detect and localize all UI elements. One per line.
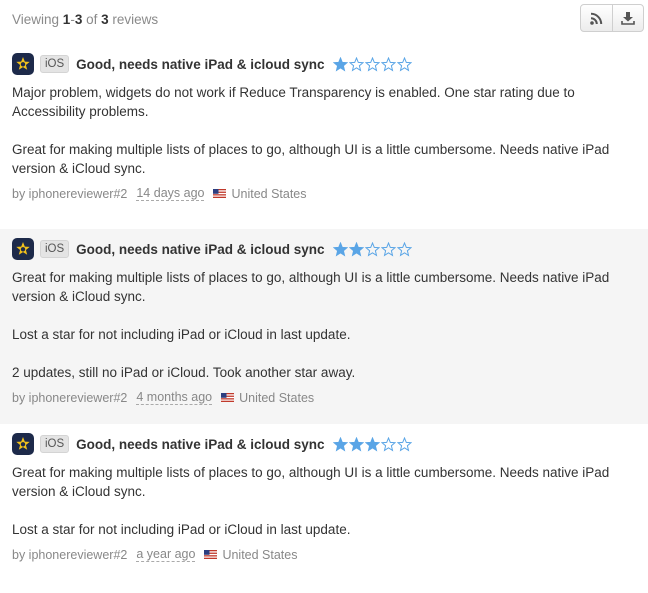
review-paragraph: Major problem, widgets do not work if Re… — [12, 85, 575, 119]
review-author[interactable]: by iphonereviewer#2 — [12, 391, 127, 405]
us-flag-icon — [221, 393, 235, 402]
review-paragraph: Great for making multiple lists of place… — [12, 142, 610, 176]
review-author[interactable]: by iphonereviewer#2 — [12, 548, 127, 562]
review-meta: by iphonereviewer#2 14 days ago United S… — [12, 186, 636, 201]
review-country: United States — [222, 547, 298, 562]
app-logo-icon — [16, 57, 30, 70]
us-flag-icon — [213, 189, 227, 198]
review-paragraph: Great for making multiple lists of place… — [12, 270, 610, 304]
star-filled-icon — [333, 436, 349, 451]
platform-badge: iOS — [40, 55, 70, 73]
platform-badge: iOS — [40, 435, 70, 453]
rss-button[interactable] — [581, 5, 612, 31]
review-paragraph: Great for making multiple lists of place… — [12, 465, 610, 499]
download-button[interactable] — [612, 5, 643, 31]
review-country: United States — [239, 390, 315, 405]
review-list: iOS Good, needs native iPad & icloud syn… — [0, 44, 648, 593]
review-header: iOS Good, needs native iPad & icloud syn… — [12, 238, 636, 260]
summary-of: of — [82, 12, 102, 27]
review-body: Great for making multiple lists of place… — [12, 268, 636, 382]
star-empty-icon — [365, 56, 381, 71]
star-empty-icon — [381, 241, 397, 256]
review-paragraph: Lost a star for not including iPad or iC… — [12, 522, 351, 537]
app-logo-icon — [16, 437, 30, 450]
review-country: United States — [231, 186, 307, 201]
review-meta: by iphonereviewer#2 4 months ago United … — [12, 390, 636, 405]
summary-prefix: Viewing — [12, 12, 63, 27]
rss-icon — [590, 12, 603, 25]
review-paragraph: Lost a star for not including iPad or iC… — [12, 327, 351, 342]
star-empty-icon — [397, 436, 413, 451]
app-icon — [12, 238, 34, 260]
app-icon — [12, 53, 34, 75]
review-header: iOS Good, needs native iPad & icloud syn… — [12, 433, 636, 455]
total-count: 3 — [101, 12, 109, 27]
star-rating — [333, 56, 413, 72]
star-empty-icon — [381, 436, 397, 451]
star-filled-icon — [365, 436, 381, 451]
review-author[interactable]: by iphonereviewer#2 — [12, 187, 127, 201]
download-icon — [621, 12, 635, 25]
summary-suffix: reviews — [108, 12, 159, 27]
review-header: iOS Good, needs native iPad & icloud syn… — [12, 53, 636, 75]
results-summary: Viewing 1-3 of 3 reviews — [12, 12, 158, 27]
star-filled-icon — [349, 436, 365, 451]
star-filled-icon — [333, 241, 349, 256]
us-flag-icon — [204, 550, 218, 559]
feed-button-group — [580, 4, 644, 32]
reviews-toolbar: Viewing 1-3 of 3 reviews — [0, 0, 648, 44]
app-logo-icon — [16, 242, 30, 255]
review-item: iOS Good, needs native iPad & icloud syn… — [0, 44, 648, 229]
review-body: Great for making multiple lists of place… — [12, 463, 636, 539]
review-item: iOS Good, needs native iPad & icloud syn… — [0, 424, 648, 593]
star-empty-icon — [397, 241, 413, 256]
star-empty-icon — [397, 56, 413, 71]
app-icon — [12, 433, 34, 455]
star-rating — [333, 241, 413, 257]
review-title: Good, needs native iPad & icloud sync — [76, 241, 325, 257]
star-rating — [333, 436, 413, 452]
review-paragraph: 2 updates, still no iPad or iCloud. Took… — [12, 365, 356, 380]
review-item: iOS Good, needs native iPad & icloud syn… — [0, 229, 648, 424]
review-body: Major problem, widgets do not work if Re… — [12, 83, 636, 178]
platform-badge: iOS — [40, 240, 70, 258]
review-meta: by iphonereviewer#2 a year ago United St… — [12, 547, 636, 562]
review-date: 4 months ago — [136, 390, 213, 405]
star-filled-icon — [333, 56, 349, 71]
review-date: 14 days ago — [136, 186, 205, 201]
star-empty-icon — [381, 56, 397, 71]
star-empty-icon — [365, 241, 381, 256]
review-date: a year ago — [136, 547, 196, 562]
review-title: Good, needs native iPad & icloud sync — [76, 56, 325, 72]
star-filled-icon — [349, 241, 365, 256]
review-title: Good, needs native iPad & icloud sync — [76, 436, 325, 452]
star-empty-icon — [349, 56, 365, 71]
